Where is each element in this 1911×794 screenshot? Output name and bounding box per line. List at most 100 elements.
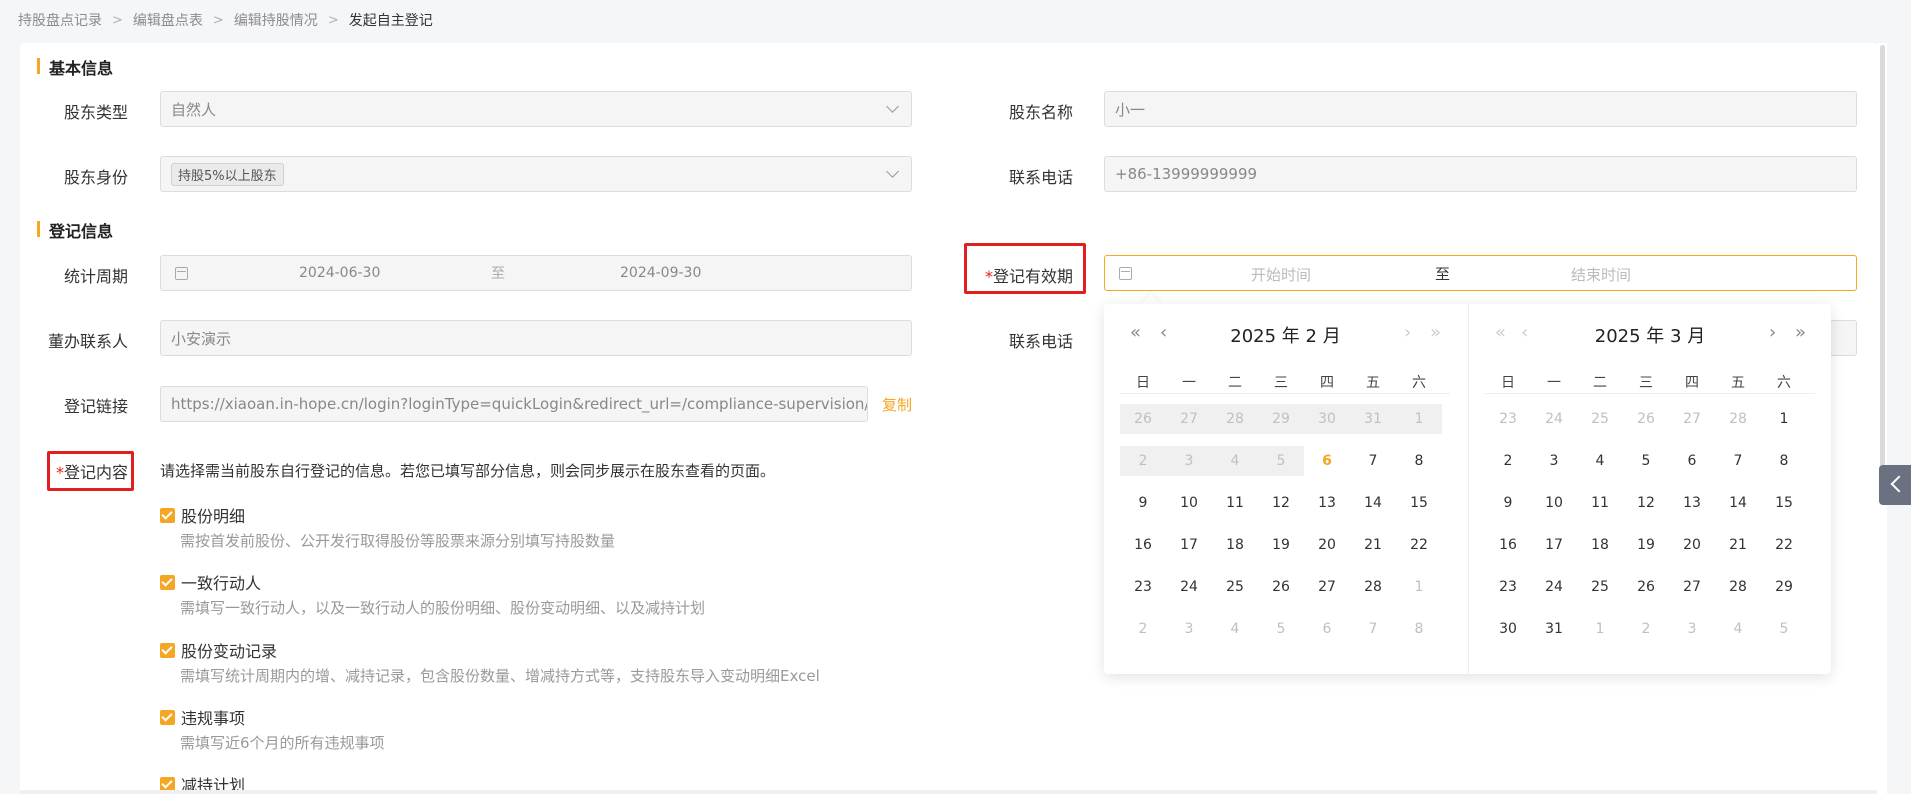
calendar-day[interactable]: 12 — [1258, 488, 1304, 518]
shareholder-type-select[interactable]: 自然人 — [160, 91, 912, 127]
calendar-day[interactable]: 18 — [1212, 530, 1258, 560]
calendar-day[interactable]: 14 — [1715, 488, 1761, 518]
calendar-day[interactable]: 1 — [1396, 572, 1442, 602]
calendar-day[interactable]: 30 — [1485, 614, 1531, 644]
calendar-day[interactable]: 17 — [1531, 530, 1577, 560]
calendar-day[interactable]: 14 — [1350, 488, 1396, 518]
calendar-day[interactable]: 8 — [1396, 446, 1442, 476]
calendar-day[interactable]: 19 — [1623, 530, 1669, 560]
calendar-day[interactable]: 19 — [1258, 530, 1304, 560]
calendar-day[interactable]: 24 — [1531, 572, 1577, 602]
weekday-label: 六 — [1777, 375, 1791, 391]
calendar-day[interactable]: 5 — [1258, 614, 1304, 644]
calendar-day[interactable]: 22 — [1396, 530, 1442, 560]
calendar-day[interactable]: 2 — [1120, 614, 1166, 644]
collapse-side-panel-button[interactable] — [1879, 465, 1911, 505]
calendar-day[interactable]: 21 — [1350, 530, 1396, 560]
calendar-day[interactable]: 6 — [1669, 446, 1715, 476]
validity-start-input[interactable]: 开始时间 — [1251, 264, 1311, 285]
breadcrumb-item[interactable]: 持股盘点记录 — [18, 10, 102, 30]
checkbox-checked-icon[interactable] — [160, 709, 175, 725]
scrollbar-thumb[interactable] — [1880, 45, 1885, 475]
calendar-day[interactable]: 15 — [1761, 488, 1807, 518]
calendar-day[interactable]: 13 — [1669, 488, 1715, 518]
calendar-day[interactable]: 17 — [1166, 530, 1212, 560]
calendar-day[interactable]: 15 — [1396, 488, 1442, 518]
calendar-day[interactable]: 1 — [1761, 404, 1807, 434]
calendar-day[interactable]: 4 — [1715, 614, 1761, 644]
copy-link-button[interactable]: 复制 — [882, 394, 912, 415]
breadcrumb-item[interactable]: 编辑盘点表 — [133, 10, 203, 30]
validity-end-input[interactable]: 结束时间 — [1571, 264, 1631, 285]
calendar-day[interactable]: 23 — [1120, 572, 1166, 602]
calendar-day[interactable]: 12 — [1623, 488, 1669, 518]
calendar-day[interactable]: 3 — [1669, 614, 1715, 644]
calendar-day[interactable]: 26 — [1623, 572, 1669, 602]
calendar-day[interactable]: 4 — [1577, 446, 1623, 476]
checkbox-checked-icon[interactable] — [160, 507, 175, 523]
calendar-day[interactable]: 25 — [1577, 572, 1623, 602]
validity-range-field[interactable]: 开始时间 至 结束时间 — [1104, 255, 1857, 291]
period-range-field[interactable]: 2024-06-30 至 2024-09-30 — [160, 255, 912, 291]
calendar-day[interactable]: 27 — [1669, 572, 1715, 602]
calendar-day[interactable]: 21 — [1715, 530, 1761, 560]
breadcrumb-item[interactable]: 编辑持股情况 — [234, 10, 318, 30]
calendar-day[interactable]: 23 — [1485, 572, 1531, 602]
calendar-day[interactable]: 16 — [1485, 530, 1531, 560]
calendar-day[interactable]: 2 — [1623, 614, 1669, 644]
calendar-day[interactable]: 27 — [1669, 404, 1715, 434]
calendar-day[interactable]: 8 — [1396, 614, 1442, 644]
shareholder-name-field[interactable]: 小一 — [1104, 91, 1857, 127]
calendar-day[interactable]: 10 — [1166, 488, 1212, 518]
calendar-day[interactable]: 25 — [1577, 404, 1623, 434]
calendar-day[interactable]: 4 — [1212, 614, 1258, 644]
calendar-day[interactable]: 1 — [1577, 614, 1623, 644]
calendar-day[interactable]: 20 — [1304, 530, 1350, 560]
calendar-day[interactable]: 7 — [1715, 446, 1761, 476]
calendar-day[interactable]: 7 — [1350, 614, 1396, 644]
calendar-day[interactable]: 20 — [1669, 530, 1715, 560]
next-month-icon[interactable]: › — [1769, 322, 1776, 343]
calendar-day[interactable]: 7 — [1350, 446, 1396, 476]
checkbox-checked-icon[interactable] — [160, 642, 175, 658]
calendar-day[interactable]: 2 — [1485, 446, 1531, 476]
calendar-day[interactable]: 11 — [1212, 488, 1258, 518]
calendar-day[interactable]: 25 — [1212, 572, 1258, 602]
calendar-day[interactable]: 11 — [1577, 488, 1623, 518]
calendar-day[interactable]: 29 — [1761, 572, 1807, 602]
calendar-day[interactable]: 26 — [1623, 404, 1669, 434]
calendar-day[interactable]: 3 — [1166, 614, 1212, 644]
checkbox-checked-icon[interactable] — [160, 574, 175, 590]
checkbox-item-concert[interactable]: 一致行动人 — [160, 570, 261, 594]
next-year-icon[interactable]: » — [1795, 322, 1806, 343]
calendar-day[interactable]: 10 — [1531, 488, 1577, 518]
calendar-day[interactable]: 8 — [1761, 446, 1807, 476]
checkbox-item-shares[interactable]: 股份明细 — [160, 503, 245, 527]
link-field[interactable]: https://xiaoan.in-hope.cn/login?loginTyp… — [160, 386, 868, 422]
calendar-day[interactable]: 9 — [1120, 488, 1166, 518]
contact-field[interactable]: 小安演示 — [160, 320, 912, 356]
calendar-day[interactable]: 23 — [1485, 404, 1531, 434]
calendar-day[interactable]: 28 — [1715, 572, 1761, 602]
phone-field[interactable]: +86-13999999999 — [1104, 156, 1857, 192]
calendar-day[interactable]: 5 — [1623, 446, 1669, 476]
calendar-day[interactable]: 22 — [1761, 530, 1807, 560]
calendar-day[interactable]: 13 — [1304, 488, 1350, 518]
calendar-day[interactable]: 28 — [1715, 404, 1761, 434]
calendar-day[interactable]: 31 — [1531, 614, 1577, 644]
calendar-day[interactable]: 6 — [1304, 614, 1350, 644]
checkbox-item-changes[interactable]: 股份变动记录 — [160, 638, 277, 662]
identity-select[interactable]: 持股5%以上股东 — [160, 156, 912, 192]
calendar-day[interactable]: 28 — [1350, 572, 1396, 602]
calendar-day[interactable]: 3 — [1531, 446, 1577, 476]
checkbox-item-violations[interactable]: 违规事项 — [160, 705, 245, 729]
calendar-day[interactable]: 18 — [1577, 530, 1623, 560]
calendar-day[interactable]: 24 — [1531, 404, 1577, 434]
calendar-day[interactable]: 9 — [1485, 488, 1531, 518]
calendar-day[interactable]: 16 — [1120, 530, 1166, 560]
calendar-day[interactable]: 5 — [1761, 614, 1807, 644]
calendar-day[interactable]: 26 — [1258, 572, 1304, 602]
calendar-day[interactable]: 27 — [1304, 572, 1350, 602]
calendar-day[interactable]: 24 — [1166, 572, 1212, 602]
calendar-day[interactable]: 6 — [1304, 446, 1350, 476]
